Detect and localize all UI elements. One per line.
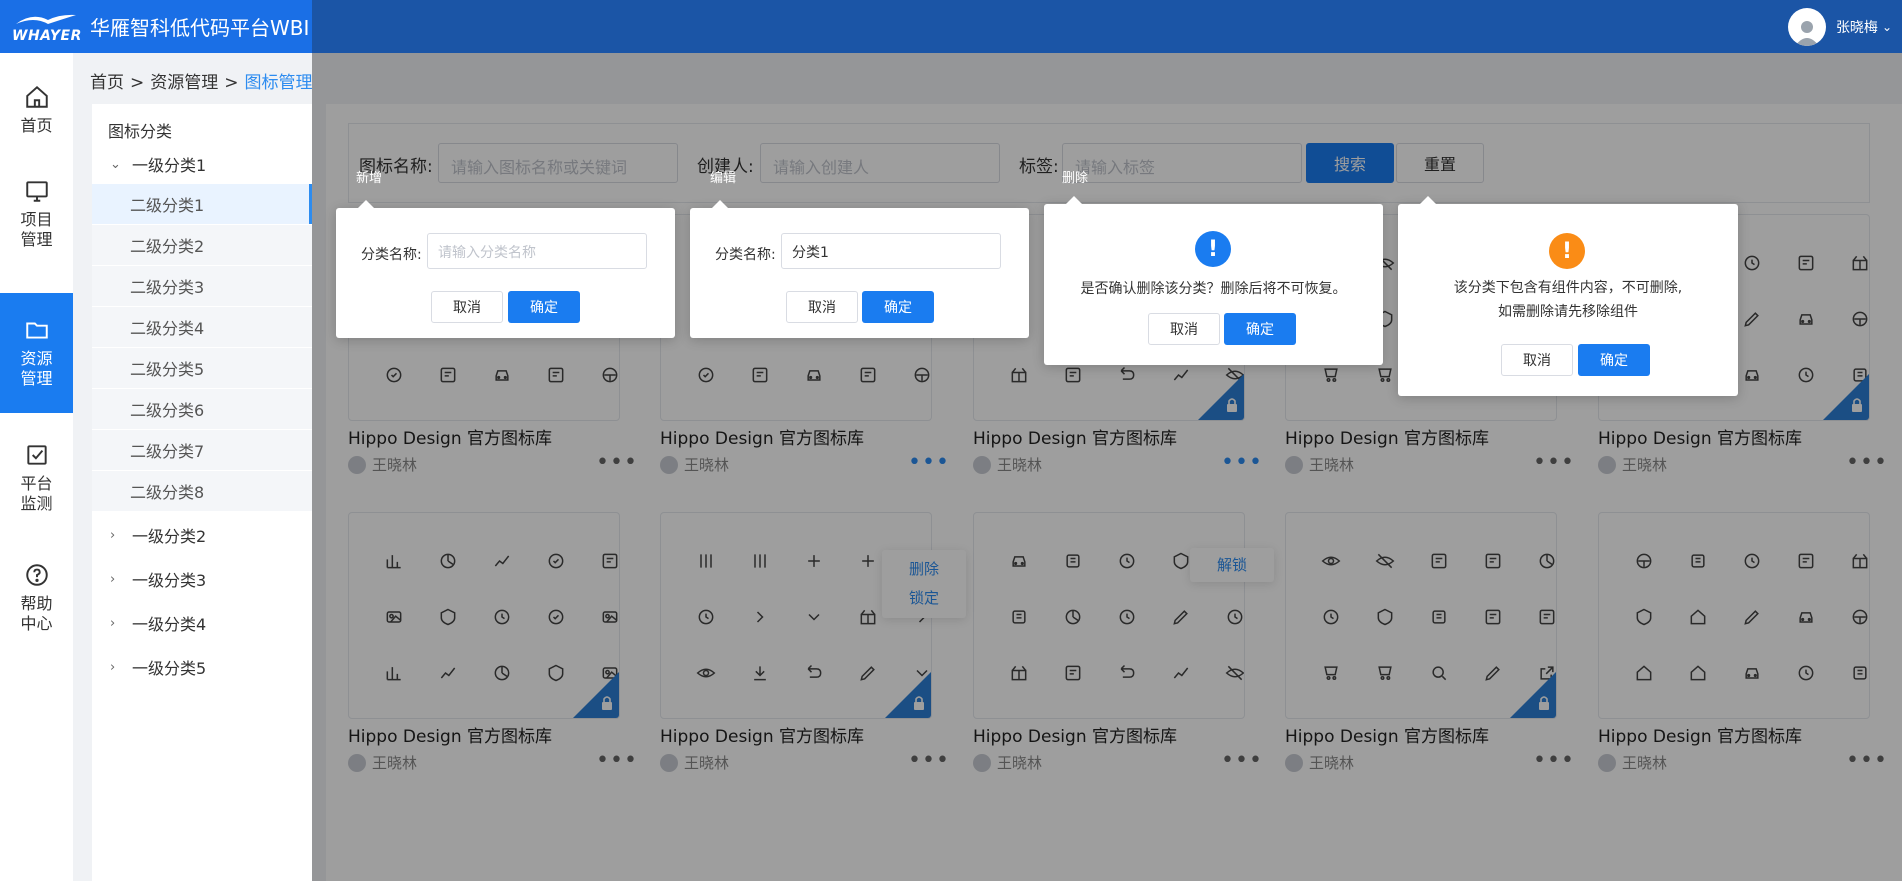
tree-node-label: 二级分类7: [130, 442, 205, 461]
tree-node-level2[interactable]: 二级分类2: [92, 225, 312, 265]
add-category-popover: 分类名称: 请输入分类名称 取消 确定: [336, 200, 675, 338]
chevron-right-icon: ›: [110, 527, 116, 543]
tree-node-level1[interactable]: › 一级分类4: [92, 603, 312, 643]
tree-node-label: 一级分类1: [132, 156, 207, 175]
tree-heading: 图标分类: [108, 122, 173, 141]
avatar: [1787, 8, 1826, 46]
app-title: 华雁智科低代码平台WBI: [90, 16, 310, 40]
user-menu[interactable]: 张晓梅 ⌄: [1787, 8, 1892, 46]
tree-node-level1[interactable]: ⌄ 一级分类1: [92, 144, 312, 184]
tree-node-label: 一级分类3: [132, 571, 207, 590]
nav-label: 平台 监测: [20, 474, 53, 513]
breadcrumb-home[interactable]: 首页: [90, 73, 124, 93]
tree-node-label: 一级分类4: [132, 615, 207, 634]
logo-area[interactable]: WHAYER 华雁智科低代码平台WBI: [0, 0, 312, 53]
chevron-right-icon: ›: [110, 571, 116, 587]
delete-message: 是否确认删除该分类？删除后将不可恢复。: [1080, 281, 1347, 297]
tree-node-level2[interactable]: 二级分类4: [92, 307, 312, 347]
chevron-down-icon: ⌄: [110, 156, 121, 172]
tree-node-level1[interactable]: › 一级分类2: [92, 515, 312, 555]
user-name: 张晓梅: [1835, 20, 1878, 36]
tree-node-label: 二级分类6: [130, 401, 205, 420]
chevron-right-icon: ›: [110, 659, 116, 675]
nav-item-home[interactable]: 首页: [0, 67, 73, 153]
popover-caption: 删除: [1062, 171, 1089, 186]
nav-item-resource[interactable]: 资源 管理: [0, 293, 73, 413]
tree-node-label: 一级分类2: [132, 527, 207, 546]
logo-text: WHAYER: [12, 27, 82, 44]
cannot-delete-popover: ! 该分类下包含有组件内容，不可删除, 如需删除请先移除组件 取消 确定: [1398, 196, 1738, 396]
tree-node-label: 二级分类4: [130, 319, 205, 338]
tree-node-label: 二级分类1: [130, 196, 205, 215]
tree-node-level2[interactable]: 二级分类8: [92, 471, 312, 511]
tree-node-label: 二级分类8: [130, 483, 205, 502]
nav-item-help[interactable]: 帮助 中心: [0, 543, 73, 653]
cannot-delete-message-line1: 该分类下包含有组件内容，不可删除,: [1453, 280, 1683, 296]
breadcrumb-parent[interactable]: 资源管理: [150, 73, 218, 93]
folder-icon: [25, 322, 48, 339]
cancel-button[interactable]: 取消: [786, 291, 858, 323]
cannot-delete-message-line2: 如需删除请先移除组件: [1498, 304, 1638, 320]
breadcrumb-current: 图标管理: [244, 73, 313, 93]
tree-node-level2[interactable]: 二级分类1: [92, 184, 312, 224]
tree-node-level1[interactable]: › 一级分类3: [92, 559, 312, 599]
category-name-input[interactable]: 分类1: [781, 233, 1001, 269]
modal-overlay: [312, 53, 1902, 881]
tree-node-level1[interactable]: › 一级分类5: [92, 647, 312, 687]
tree-node-label: 一级分类5: [132, 659, 207, 678]
category-tree: 图标分类 ⌄ 一级分类1 二级分类1 二级分类2 二级分类3 二级分类4 二级分类…: [92, 104, 312, 881]
delete-confirm-popover: ! 是否确认删除该分类？删除后将不可恢复。 取消 确定: [1044, 196, 1383, 365]
category-name-label: 分类名称:: [715, 247, 776, 263]
popover-caption: 编辑: [710, 171, 737, 186]
confirm-button[interactable]: 确定: [508, 291, 580, 323]
cancel-button[interactable]: 取消: [1148, 313, 1220, 345]
breadcrumb-separator: >: [224, 73, 239, 93]
nav-label: 帮助 中心: [20, 594, 53, 633]
popover-caption: 新增: [356, 171, 383, 186]
warning-icon: !: [1195, 231, 1231, 267]
checkbox-icon: [26, 445, 47, 465]
breadcrumb-separator: >: [130, 73, 145, 93]
confirm-button[interactable]: 确定: [1224, 313, 1296, 345]
nav-label: 项目 管理: [20, 210, 53, 249]
tree-node-level2[interactable]: 二级分类7: [92, 430, 312, 470]
logo: WHAYER: [12, 10, 82, 44]
confirm-button[interactable]: 确定: [1578, 344, 1650, 376]
tree-node-label: 二级分类2: [130, 237, 205, 256]
nav-label: 资源 管理: [20, 349, 53, 388]
chevron-right-icon: ›: [110, 615, 116, 631]
chevron-down-icon: ⌄: [1881, 20, 1892, 34]
tree-node-level2[interactable]: 二级分类3: [92, 266, 312, 306]
category-name-input[interactable]: 请输入分类名称: [427, 233, 647, 269]
category-name-label: 分类名称:: [361, 247, 422, 263]
nav-item-project[interactable]: 项目 管理: [0, 159, 73, 269]
breadcrumb: 首页 > 资源管理 > 图标管理: [90, 68, 313, 93]
confirm-button[interactable]: 确定: [862, 291, 934, 323]
tree-node-level2[interactable]: 二级分类5: [92, 348, 312, 388]
cancel-button[interactable]: 取消: [1501, 344, 1573, 376]
home-icon: [25, 85, 48, 108]
edit-category-popover: 分类名称: 分类1 取消 确定: [690, 200, 1029, 338]
help-icon: [25, 564, 48, 586]
side-nav: 首页 项目 管理 资源 管理 平台 监测 帮助 中心: [0, 53, 73, 881]
tree-node-level2[interactable]: 二级分类6: [92, 389, 312, 429]
tree-node-label: 二级分类5: [130, 360, 205, 379]
top-bar: WHAYER 华雁智科低代码平台WBI 张晓梅 ⌄: [0, 0, 1902, 53]
nav-label: 首页: [20, 116, 53, 135]
monitor-icon: [25, 181, 48, 202]
warning-icon: !: [1549, 233, 1585, 269]
nav-item-monitor[interactable]: 平台 监测: [0, 423, 73, 533]
tree-node-label: 二级分类3: [130, 278, 205, 297]
cancel-button[interactable]: 取消: [431, 291, 503, 323]
